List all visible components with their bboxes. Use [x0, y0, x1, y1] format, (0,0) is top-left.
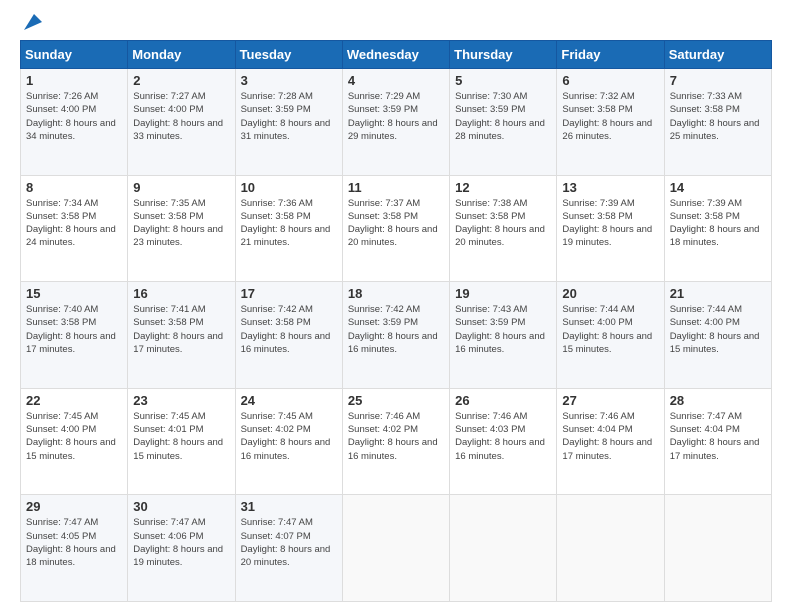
calendar-week-4: 22Sunrise: 7:45 AM Sunset: 4:00 PM Dayli… [21, 388, 772, 495]
table-row: 20Sunrise: 7:44 AM Sunset: 4:00 PM Dayli… [557, 282, 664, 389]
table-row: 26Sunrise: 7:46 AM Sunset: 4:03 PM Dayli… [450, 388, 557, 495]
calendar-week-3: 15Sunrise: 7:40 AM Sunset: 3:58 PM Dayli… [21, 282, 772, 389]
table-row: 4Sunrise: 7:29 AM Sunset: 3:59 PM Daylig… [342, 69, 449, 176]
col-sunday: Sunday [21, 41, 128, 69]
table-row: 31Sunrise: 7:47 AM Sunset: 4:07 PM Dayli… [235, 495, 342, 602]
table-row: 28Sunrise: 7:47 AM Sunset: 4:04 PM Dayli… [664, 388, 771, 495]
table-row: 23Sunrise: 7:45 AM Sunset: 4:01 PM Dayli… [128, 388, 235, 495]
table-row: 16Sunrise: 7:41 AM Sunset: 3:58 PM Dayli… [128, 282, 235, 389]
table-row: 9Sunrise: 7:35 AM Sunset: 3:58 PM Daylig… [128, 175, 235, 282]
header [20, 16, 772, 32]
table-row [342, 495, 449, 602]
col-saturday: Saturday [664, 41, 771, 69]
table-row: 13Sunrise: 7:39 AM Sunset: 3:58 PM Dayli… [557, 175, 664, 282]
logo [20, 16, 44, 32]
table-row: 27Sunrise: 7:46 AM Sunset: 4:04 PM Dayli… [557, 388, 664, 495]
col-monday: Monday [128, 41, 235, 69]
calendar-week-2: 8Sunrise: 7:34 AM Sunset: 3:58 PM Daylig… [21, 175, 772, 282]
table-row: 21Sunrise: 7:44 AM Sunset: 4:00 PM Dayli… [664, 282, 771, 389]
table-row: 14Sunrise: 7:39 AM Sunset: 3:58 PM Dayli… [664, 175, 771, 282]
table-row: 24Sunrise: 7:45 AM Sunset: 4:02 PM Dayli… [235, 388, 342, 495]
logo-arrow-icon [22, 12, 44, 32]
col-friday: Friday [557, 41, 664, 69]
calendar-table: Sunday Monday Tuesday Wednesday Thursday… [20, 40, 772, 602]
table-row: 8Sunrise: 7:34 AM Sunset: 3:58 PM Daylig… [21, 175, 128, 282]
table-row: 25Sunrise: 7:46 AM Sunset: 4:02 PM Dayli… [342, 388, 449, 495]
calendar-week-1: 1Sunrise: 7:26 AM Sunset: 4:00 PM Daylig… [21, 69, 772, 176]
table-row: 6Sunrise: 7:32 AM Sunset: 3:58 PM Daylig… [557, 69, 664, 176]
table-row: 3Sunrise: 7:28 AM Sunset: 3:59 PM Daylig… [235, 69, 342, 176]
table-row: 30Sunrise: 7:47 AM Sunset: 4:06 PM Dayli… [128, 495, 235, 602]
table-row: 11Sunrise: 7:37 AM Sunset: 3:58 PM Dayli… [342, 175, 449, 282]
table-row [664, 495, 771, 602]
table-row: 2Sunrise: 7:27 AM Sunset: 4:00 PM Daylig… [128, 69, 235, 176]
table-row: 15Sunrise: 7:40 AM Sunset: 3:58 PM Dayli… [21, 282, 128, 389]
table-row: 19Sunrise: 7:43 AM Sunset: 3:59 PM Dayli… [450, 282, 557, 389]
table-row: 29Sunrise: 7:47 AM Sunset: 4:05 PM Dayli… [21, 495, 128, 602]
calendar-week-5: 29Sunrise: 7:47 AM Sunset: 4:05 PM Dayli… [21, 495, 772, 602]
table-row: 5Sunrise: 7:30 AM Sunset: 3:59 PM Daylig… [450, 69, 557, 176]
col-tuesday: Tuesday [235, 41, 342, 69]
table-row [557, 495, 664, 602]
calendar-page: Sunday Monday Tuesday Wednesday Thursday… [0, 0, 792, 612]
table-row: 22Sunrise: 7:45 AM Sunset: 4:00 PM Dayli… [21, 388, 128, 495]
table-row: 12Sunrise: 7:38 AM Sunset: 3:58 PM Dayli… [450, 175, 557, 282]
table-row: 1Sunrise: 7:26 AM Sunset: 4:00 PM Daylig… [21, 69, 128, 176]
logo-image [20, 16, 44, 32]
calendar-header-row: Sunday Monday Tuesday Wednesday Thursday… [21, 41, 772, 69]
col-thursday: Thursday [450, 41, 557, 69]
table-row: 10Sunrise: 7:36 AM Sunset: 3:58 PM Dayli… [235, 175, 342, 282]
table-row: 18Sunrise: 7:42 AM Sunset: 3:59 PM Dayli… [342, 282, 449, 389]
col-wednesday: Wednesday [342, 41, 449, 69]
table-row: 7Sunrise: 7:33 AM Sunset: 3:58 PM Daylig… [664, 69, 771, 176]
table-row [450, 495, 557, 602]
table-row: 17Sunrise: 7:42 AM Sunset: 3:58 PM Dayli… [235, 282, 342, 389]
